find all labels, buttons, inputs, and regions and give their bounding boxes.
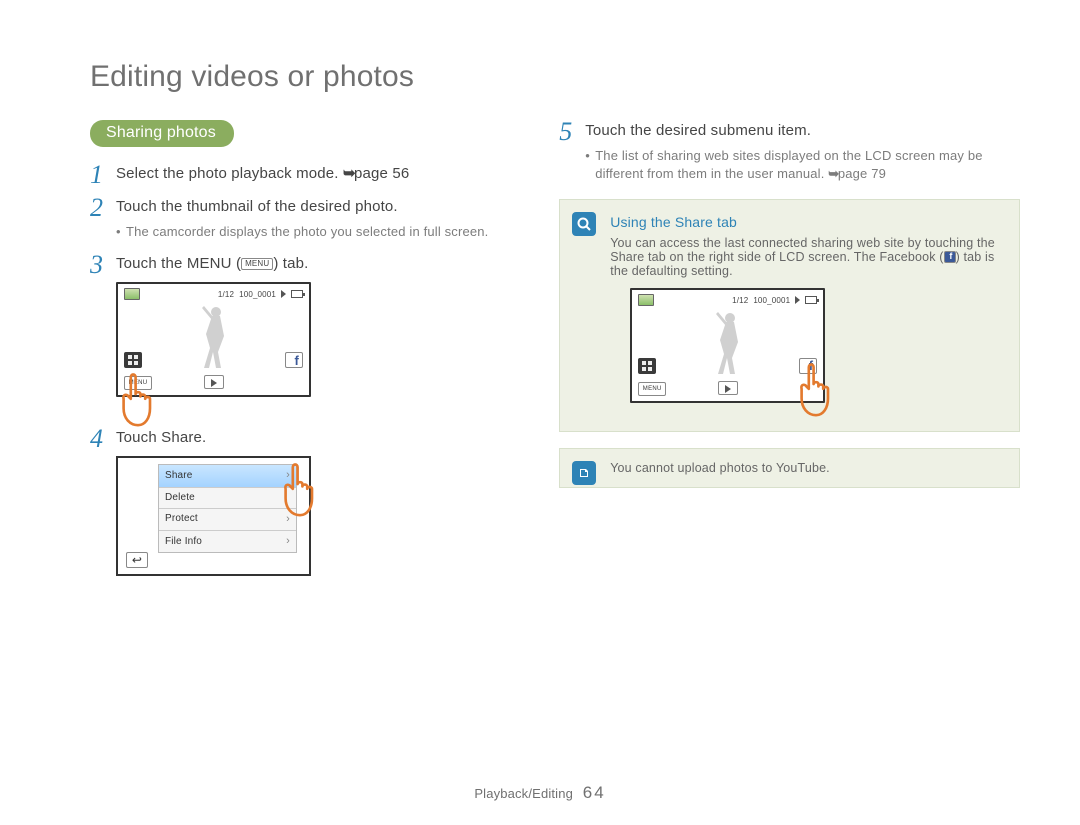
arrow-icon: ➥ bbox=[343, 165, 354, 182]
thumbnail-grid-icon bbox=[124, 352, 142, 368]
menu-row-label: Share bbox=[165, 469, 193, 483]
thumbnail-grid-icon bbox=[638, 358, 656, 374]
section-pill: Sharing photos bbox=[90, 120, 234, 147]
magnifier-icon bbox=[572, 212, 596, 236]
step-3: Touch the MENU (MENU) tab. 1/12 100_0001 bbox=[90, 253, 531, 397]
menu-row-fileinfo[interactable]: File Info › bbox=[159, 531, 296, 552]
note-icon bbox=[572, 461, 596, 485]
step-3-post: ) tab. bbox=[273, 255, 308, 272]
touch-hand-icon bbox=[792, 360, 840, 420]
menu-row-label: Protect bbox=[165, 512, 198, 526]
menu-row-label: Delete bbox=[165, 491, 195, 505]
page-footer: Playback/Editing 64 bbox=[0, 783, 1080, 803]
callout-body: You can access the last connected sharin… bbox=[610, 236, 1003, 278]
touch-hand-icon bbox=[276, 460, 324, 520]
step-5-text: Touch the desired submenu item. bbox=[585, 122, 811, 139]
footer-page-number: 64 bbox=[583, 783, 606, 802]
facebook-icon bbox=[944, 251, 956, 263]
photo-silhouette bbox=[118, 304, 309, 375]
slideshow-button bbox=[718, 381, 738, 395]
lcd-filecode: 100_0001 bbox=[239, 289, 276, 300]
step-1-text: Select the photo playback mode. bbox=[116, 165, 343, 182]
step-2-text: Touch the thumbnail of the desired photo… bbox=[116, 198, 398, 215]
touch-hand-icon bbox=[114, 370, 162, 430]
step-5-sub: The list of sharing web sites displayed … bbox=[585, 147, 1020, 183]
page-title: Editing videos or photos bbox=[90, 60, 1020, 94]
step-5-sub-pre: The list of sharing web sites displayed … bbox=[595, 148, 982, 181]
callout-note: You cannot upload photos to YouTube. bbox=[559, 448, 1020, 488]
lcd-screenshot-1: 1/12 100_0001 MENU bbox=[116, 282, 311, 397]
menu-row-label: File Info bbox=[165, 535, 202, 549]
step-5: Touch the desired submenu item. The list… bbox=[559, 120, 1020, 183]
callout-share-tab: Using the Share tab You can access the l… bbox=[559, 199, 1020, 432]
lcd-counter: 1/12 bbox=[732, 296, 748, 305]
battery-icon bbox=[805, 296, 817, 304]
menu-tab-button: MENU bbox=[638, 382, 666, 396]
step-4-bold: Share bbox=[161, 429, 202, 446]
facebook-tab-icon bbox=[285, 352, 303, 368]
callout-title: Using the Share tab bbox=[610, 214, 1003, 230]
step-5-sub-page: page 79 bbox=[838, 166, 886, 181]
step-3-pre: Touch the MENU ( bbox=[116, 255, 241, 272]
arrow-icon: ➥ bbox=[828, 166, 838, 181]
battery-icon bbox=[291, 290, 303, 298]
slideshow-button bbox=[204, 375, 224, 389]
step-1-pageref: page 56 bbox=[354, 165, 409, 182]
footer-section: Playback/Editing bbox=[474, 786, 573, 801]
chevron-right-icon: › bbox=[286, 534, 290, 549]
lcd-counter: 1/12 bbox=[218, 289, 234, 300]
menu-chip-icon: MENU bbox=[241, 258, 273, 270]
step-4-post: . bbox=[202, 429, 206, 446]
step-2-sub: The camcorder displays the photo you sel… bbox=[116, 223, 531, 241]
step-4: Touch Share. Share› Delete Protect› bbox=[90, 427, 531, 576]
back-button[interactable]: ↩ bbox=[126, 552, 148, 568]
play-icon bbox=[795, 296, 800, 304]
step-2: Touch the thumbnail of the desired photo… bbox=[90, 196, 531, 241]
lcd-screenshot-2: Share› Delete Protect› File Info› bbox=[116, 456, 311, 576]
callout-body-pre: You can access the last connected sharin… bbox=[610, 236, 995, 264]
photo-icon bbox=[124, 288, 140, 300]
callout-note-text: You cannot upload photos to YouTube. bbox=[610, 461, 830, 475]
play-icon bbox=[281, 290, 286, 298]
step-1: Select the photo playback mode. ➥page 56 bbox=[90, 163, 531, 184]
photo-icon bbox=[638, 294, 654, 306]
lcd-filecode: 100_0001 bbox=[753, 296, 790, 305]
step-4-pre: Touch bbox=[116, 429, 161, 446]
lcd-screenshot-3: 1/12 100_0001 MENU bbox=[630, 288, 825, 403]
